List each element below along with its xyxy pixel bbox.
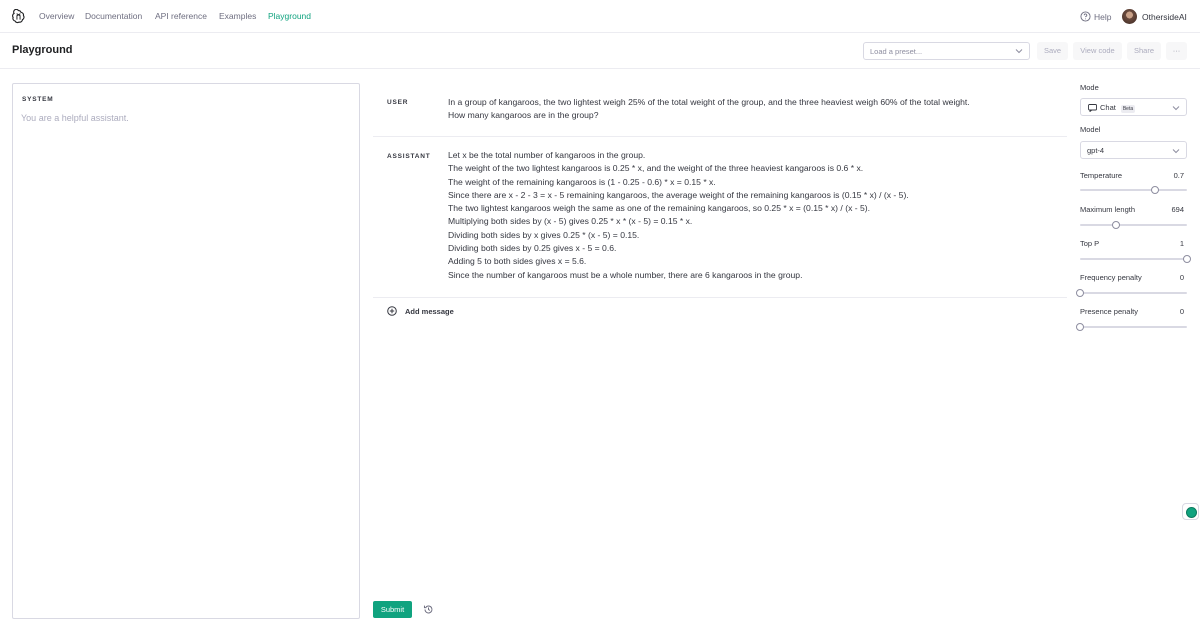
submit-button[interactable]: Submit — [373, 601, 412, 618]
help-link[interactable]: Help — [1080, 11, 1111, 22]
message-line: Since there are x - 2 - 3 = x - 5 remain… — [448, 189, 909, 200]
more-options-button[interactable]: ··· — [1166, 42, 1187, 60]
presence-penalty-value[interactable]: 0 — [1180, 307, 1184, 316]
message-line: Let x be the total number of kangaroos i… — [448, 150, 646, 160]
message-line: Multiplying both sides by (x - 5) gives … — [448, 216, 693, 227]
nav-api-reference[interactable]: API reference — [155, 11, 207, 21]
top-p-value[interactable]: 1 — [1180, 239, 1184, 248]
help-label: Help — [1094, 11, 1112, 22]
max-length-label: Maximum length — [1080, 205, 1136, 214]
page-header: Playground Load a preset... Save View co… — [0, 33, 1200, 69]
add-message-button[interactable]: Add message — [387, 306, 454, 316]
chevron-down-icon — [1172, 149, 1180, 154]
openai-logo-icon[interactable] — [11, 9, 26, 24]
top-p-label: Top P — [1080, 239, 1100, 248]
max-length-value[interactable]: 694 — [1171, 205, 1184, 214]
assistant-widget-button[interactable] — [1182, 503, 1199, 520]
temperature-label: Temperature — [1080, 171, 1123, 180]
beta-badge: Beta — [1120, 105, 1136, 113]
nav-examples[interactable]: Examples — [219, 11, 256, 21]
mode-label: Mode — [1080, 83, 1099, 92]
message-line: How many kangaroos are in the group? — [448, 110, 599, 121]
help-icon — [1080, 11, 1091, 22]
frequency-penalty-slider[interactable] — [1076, 289, 1187, 297]
user-role-label[interactable]: USER — [387, 99, 408, 106]
model-label: Model — [1080, 125, 1101, 134]
mode-value: Chat — [1100, 103, 1116, 112]
presence-penalty-label: Presence penalty — [1080, 307, 1138, 316]
temperature-value[interactable]: 0.7 — [1174, 171, 1184, 180]
history-icon[interactable] — [423, 604, 434, 615]
view-code-button[interactable]: View code — [1073, 42, 1122, 60]
message-line: The weight of the remaining kangaroos is… — [448, 176, 716, 187]
presence-penalty-slider[interactable] — [1076, 323, 1187, 331]
org-name[interactable]: OthersideAI — [1142, 12, 1187, 22]
system-panel[interactable]: SYSTEM You are a helpful assistant. — [12, 83, 360, 619]
chat-icon — [1088, 104, 1097, 112]
user-message[interactable]: USER In a group of kangaroos, the two li… — [373, 83, 1067, 136]
add-message-label: Add message — [405, 306, 454, 316]
max-length-slider[interactable] — [1080, 221, 1187, 229]
mode-select[interactable]: Chat Beta — [1080, 98, 1187, 116]
save-button[interactable]: Save — [1037, 42, 1068, 60]
page-title: Playground — [12, 44, 73, 56]
user-message-text[interactable]: In a group of kangaroos, the two lightes… — [448, 96, 1053, 123]
slider-thumb[interactable] — [1076, 323, 1084, 331]
nav-playground[interactable]: Playground — [268, 11, 311, 21]
message-line: In a group of kangaroos, the two lightes… — [448, 97, 970, 107]
preset-placeholder: Load a preset... — [870, 47, 923, 56]
top-p-slider[interactable] — [1080, 255, 1191, 263]
avatar[interactable] — [1122, 9, 1137, 24]
message-line: Dividing both sides by 0.25 gives x - 5 … — [448, 243, 617, 254]
plus-circle-icon — [387, 306, 397, 316]
frequency-penalty-label: Frequency penalty — [1080, 273, 1142, 282]
slider-thumb[interactable] — [1150, 186, 1159, 194]
message-line: Since the number of kangaroos must be a … — [448, 269, 803, 280]
share-button[interactable]: Share — [1127, 42, 1161, 60]
assistant-role-label[interactable]: ASSISTANT — [387, 153, 431, 160]
assistant-message-text[interactable]: Let x be the total number of kangaroos i… — [448, 149, 1053, 282]
chevron-down-icon — [1015, 49, 1023, 54]
top-nav: Overview Documentation API reference Exa… — [0, 0, 1200, 33]
system-label: SYSTEM — [22, 96, 54, 103]
message-line: The two lightest kangaroos weigh the sam… — [448, 203, 871, 214]
divider — [373, 297, 1067, 298]
system-input[interactable]: You are a helpful assistant. — [21, 113, 129, 123]
nav-overview[interactable]: Overview — [39, 11, 74, 21]
nav-documentation[interactable]: Documentation — [85, 11, 142, 21]
message-line: Dividing both sides by x gives 0.25 * (x… — [448, 229, 640, 240]
preset-select[interactable]: Load a preset... — [863, 42, 1030, 60]
frequency-penalty-value[interactable]: 0 — [1180, 273, 1184, 282]
slider-thumb[interactable] — [1076, 289, 1084, 297]
slider-thumb[interactable] — [1112, 221, 1121, 229]
slider-thumb[interactable] — [1183, 255, 1191, 263]
chevron-down-icon — [1172, 106, 1180, 111]
assistant-message[interactable]: ASSISTANT Let x be the total number of k… — [373, 137, 1067, 297]
message-line: Adding 5 to both sides gives x = 5.6. — [448, 256, 587, 267]
message-line: The weight of the two lightest kangaroos… — [448, 163, 864, 174]
model-select[interactable]: gpt-4 — [1080, 141, 1187, 159]
temperature-slider[interactable] — [1080, 186, 1187, 194]
model-value: gpt-4 — [1087, 146, 1105, 155]
